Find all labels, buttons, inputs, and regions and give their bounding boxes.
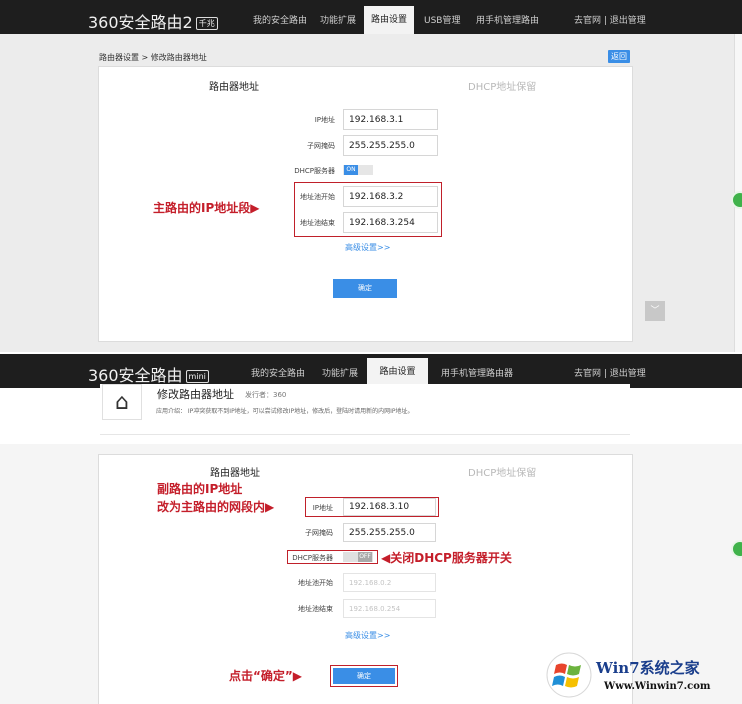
watermark-title: Win7系统之家 (596, 659, 700, 677)
nav-official-logout[interactable]: 去官网 | 退出管理 (574, 13, 646, 26)
header-divider (100, 434, 630, 435)
floating-green-widget-icon-2[interactable] (731, 540, 742, 558)
nav-mobile-manage[interactable]: 用手机管理路由 (476, 13, 539, 26)
nav-extensions[interactable]: 功能扩展 (320, 13, 356, 26)
dhcp-toggle-knob-2: OFF (358, 552, 372, 562)
dhcp-label-2: DHCP服务器 (292, 554, 333, 562)
ip-label-2: IP地址 (312, 504, 333, 512)
page-title: 修改路由器地址 (157, 388, 234, 401)
mask-label: 子网掩码 (307, 142, 335, 150)
pool-end-label-2: 地址池结束 (298, 605, 333, 613)
pool-start-input[interactable]: 192.168.3.2 (343, 186, 438, 207)
app-description: 应用介绍： IP冲突获取不到IP地址，可以尝试修改IP地址，修改后，登陆时请用新… (156, 408, 414, 415)
panel-router-settings-top: 360安全路由2 千兆 我的安全路由 功能扩展 路由设置 USB管理 用手机管理路… (0, 0, 742, 352)
logo-badge-2: mini (185, 370, 209, 383)
app-logo: 360安全路由2 千兆 (88, 9, 218, 33)
dhcp-label: DHCP服务器 (294, 167, 335, 175)
watermark-url: Www.Winwin7.com (604, 681, 711, 692)
pool-start-label: 地址池开始 (300, 193, 335, 201)
pool-end-input-2[interactable]: 192.168.0.254 (343, 599, 436, 618)
pool-end-label: 地址池结束 (300, 219, 335, 227)
annotation-click-ok: 点击“确定”▶ (229, 669, 303, 683)
annotation-close-dhcp: ◀关闭DHCP服务器开关 (381, 551, 512, 565)
ip-label: IP地址 (314, 116, 335, 124)
annotation-sub-ip-line2: 改为主路由的网段内▶ (157, 500, 275, 514)
home-icon: ⌂ (102, 384, 142, 420)
logo-badge: 千兆 (195, 17, 218, 30)
tab-dhcp-reservation-2[interactable]: DHCP地址保留 (468, 464, 536, 479)
tab-router-address[interactable]: 路由器地址 (209, 78, 259, 93)
breadcrumb: 路由器设置 > 修改路由器地址 (99, 53, 207, 62)
panel-router-settings-bottom: 360安全路由 mini 我的安全路由 功能扩展 路由设置 用手机管理路由器 去官… (0, 354, 742, 704)
ok-button[interactable]: 确定 (333, 279, 397, 298)
nav-extensions-2[interactable]: 功能扩展 (322, 366, 358, 379)
dhcp-toggle[interactable]: ON (343, 165, 373, 175)
ip-input-2[interactable]: 192.168.3.10 (343, 498, 436, 516)
annotation-sub-ip-line1: 副路由的IP地址 (157, 482, 243, 496)
dhcp-toggle-2[interactable]: OFF (343, 552, 373, 562)
logo-text-2: 360安全路由 (88, 366, 183, 385)
nav-official-logout-2[interactable]: 去官网 | 退出管理 (574, 366, 646, 379)
ip-input[interactable]: 192.168.3.1 (343, 109, 438, 130)
app-logo-2: 360安全路由 mini (88, 362, 209, 386)
ok-button-2[interactable]: 确定 (333, 668, 395, 684)
annotation-main-ip-range: 主路由的IP地址段▶ (153, 201, 260, 215)
pool-start-input-2[interactable]: 192.168.0.2 (343, 573, 436, 592)
dhcp-toggle-knob: ON (344, 165, 358, 175)
tab-dhcp-reservation[interactable]: DHCP地址保留 (468, 78, 536, 93)
mask-label-2: 子网掩码 (305, 529, 333, 537)
win7-logo-icon (545, 651, 593, 699)
nav-my-router[interactable]: 我的安全路由 (253, 13, 307, 26)
nav-router-settings[interactable]: 路由设置 (364, 6, 414, 34)
advanced-settings-link[interactable]: 高级设置>> (345, 242, 390, 253)
tab-router-address-2[interactable]: 路由器地址 (210, 464, 260, 479)
pool-end-input[interactable]: 192.168.3.254 (343, 212, 438, 233)
advanced-settings-link-2[interactable]: 高级设置>> (345, 630, 390, 641)
logo-text: 360安全路由2 (88, 13, 193, 32)
nav-mobile-manage-2[interactable]: 用手机管理路由器 (441, 366, 513, 379)
nav-my-router-2[interactable]: 我的安全路由 (251, 366, 305, 379)
scroll-down-icon[interactable]: ﹀ (645, 301, 665, 321)
mask-input-2[interactable]: 255.255.255.0 (343, 523, 436, 542)
mask-input[interactable]: 255.255.255.0 (343, 135, 438, 156)
back-button[interactable]: 返回 (608, 50, 630, 63)
floating-green-widget-icon[interactable] (731, 191, 742, 209)
pool-start-label-2: 地址池开始 (298, 579, 333, 587)
publisher: 发行者：360 (245, 391, 287, 399)
nav-usb[interactable]: USB管理 (424, 13, 460, 26)
